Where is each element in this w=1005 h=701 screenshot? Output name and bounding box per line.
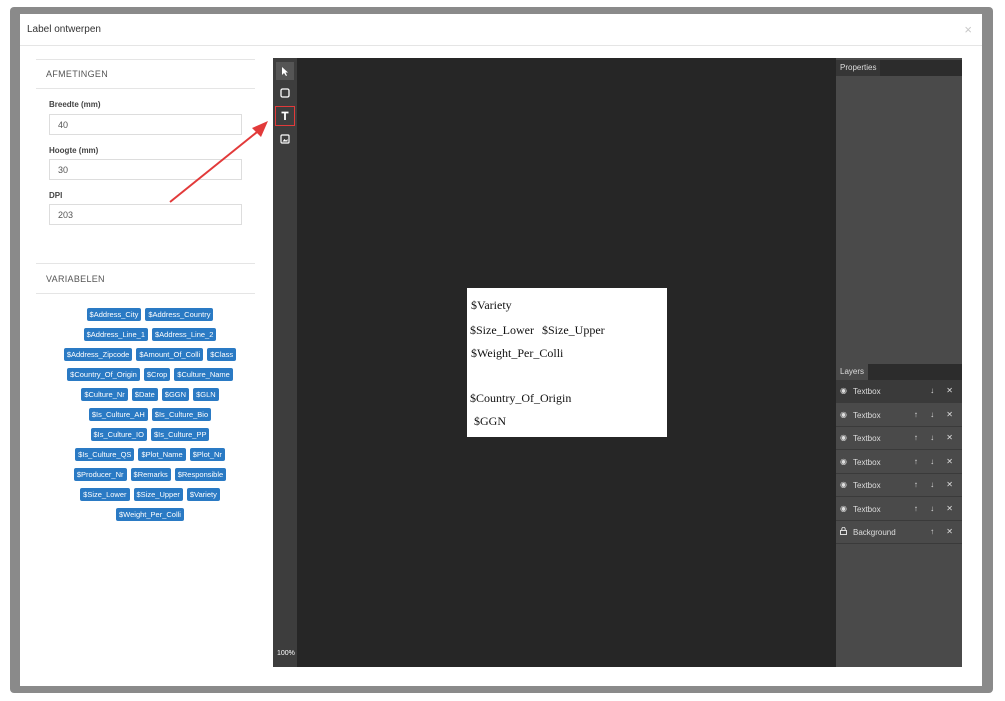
annotation-arrow	[169, 121, 268, 203]
